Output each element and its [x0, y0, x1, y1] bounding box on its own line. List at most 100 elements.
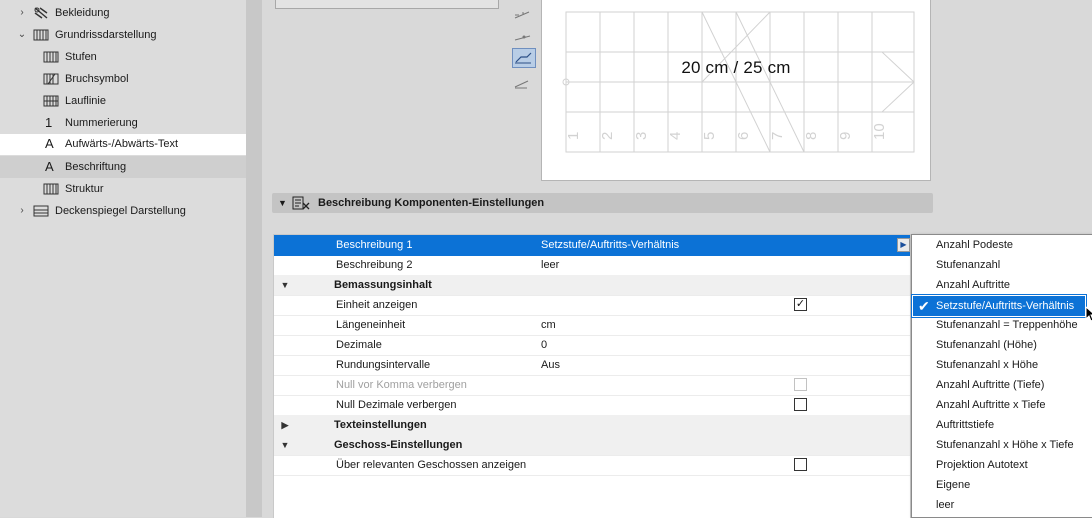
einheit-anzeigen-checkbox[interactable]: ✓	[794, 298, 807, 311]
property-value[interactable]: cm	[541, 315, 556, 335]
property-name: Einheit anzeigen	[336, 299, 418, 311]
property-name: Längeneinheit	[336, 319, 406, 331]
stair-number: 10	[871, 123, 888, 140]
property-row-einheit-anzeigen[interactable]: Einheit anzeigen ✓	[274, 295, 910, 316]
dropdown-option[interactable]: Projektion Autotext	[913, 455, 1091, 475]
section-header[interactable]: ▼ Beschreibung Komponenten-Einstellungen	[272, 193, 933, 213]
property-value[interactable]: 0	[541, 335, 547, 355]
dropdown-option[interactable]: Stufenanzahl x Höhe x Tiefe	[913, 435, 1091, 455]
treads-icon	[43, 50, 59, 64]
property-row-laengeneinheit[interactable]: Längeneinheit cm	[274, 315, 910, 336]
tree-item-grundrissdarstellung[interactable]: ⌄ Grundrissdarstellung	[0, 25, 246, 45]
tree-item-stufen[interactable]: Stufen	[0, 47, 246, 67]
dropdown-option[interactable]: Stufenanzahl	[913, 255, 1091, 275]
dropdown-option[interactable]: Anzahl Auftritte x Tiefe	[913, 395, 1091, 415]
dropdown-option[interactable]: Anzahl Podeste	[913, 235, 1091, 255]
dropdown-arrow-icon[interactable]: ▶	[897, 238, 910, 252]
property-row-null-dezimale[interactable]: Null Dezimale verbergen	[274, 395, 910, 416]
group-row-geschoss-einstellungen[interactable]: ▼ Geschoss-Einstellungen	[274, 435, 910, 456]
dropdown-option[interactable]: leer	[913, 495, 1091, 515]
option-label: Eigene	[936, 479, 971, 491]
tree-item-bruchsymbol[interactable]: Bruchsymbol	[0, 69, 246, 89]
tree-item-label: Lauflinie	[65, 95, 106, 107]
property-name: Rundungsintervalle	[336, 359, 431, 371]
tree-item-label: Deckenspiegel Darstellung	[55, 205, 186, 217]
tree-item-beschriftung[interactable]: A Beschriftung	[0, 156, 246, 178]
stair-number-labels: 1 2 3 4 5 6 7 8 9 10	[565, 123, 888, 140]
stair-number: 6	[735, 132, 752, 140]
group-row-texteinstellungen[interactable]: ▶ Texteinstellungen	[274, 415, 910, 436]
group-title: Bemassungsinhalt	[334, 279, 432, 291]
dropdown-option[interactable]: Stufenanzahl x Höhe	[913, 355, 1091, 375]
property-value[interactable]: leer	[541, 255, 559, 275]
collapse-triangle-icon[interactable]: ▼	[280, 275, 290, 295]
structure-icon	[43, 182, 59, 196]
null-dezimale-checkbox[interactable]	[794, 398, 807, 411]
property-name: Über relevanten Geschossen anzeigen	[336, 459, 527, 471]
property-row-beschreibung-2[interactable]: Beschreibung 2 leer	[274, 255, 910, 276]
tree-item-struktur[interactable]: Struktur	[0, 179, 246, 199]
checkmark-icon: ✔	[918, 298, 930, 314]
stair-number: 3	[633, 132, 650, 140]
dropdown-option[interactable]: Stufenanzahl = Treppenhöhe	[913, 315, 1091, 335]
option-label: Anzahl Podeste	[936, 239, 1014, 251]
navigator-tree: › Bekleidung ⌄ Grundrissdarstellung Stuf…	[0, 0, 246, 517]
tree-item-deckenspiegel[interactable]: › Deckenspiegel Darstellung	[0, 201, 246, 221]
chevron-right-icon[interactable]: ›	[17, 201, 27, 221]
display-mode-4-button[interactable]	[512, 75, 534, 93]
option-label: leer	[936, 499, 955, 511]
beschreibung-dropdown-list[interactable]: Anzahl Podeste Stufenanzahl Anzahl Auftr…	[911, 234, 1092, 518]
property-value[interactable]: Setzstufe/Auftritts-Verhältnis	[541, 235, 679, 255]
preview-dropdown[interactable]	[275, 0, 499, 9]
stair-number: 5	[701, 132, 718, 140]
option-label: Setzstufe/Auftritts-Verhältnis	[936, 300, 1075, 312]
collapse-triangle-icon[interactable]: ▼	[278, 193, 287, 213]
dropdown-option-selected[interactable]: ✔ Setzstufe/Auftritts-Verhältnis	[911, 294, 1087, 318]
dropdown-option[interactable]: Anzahl Auftritte (Tiefe)	[913, 375, 1091, 395]
tree-item-aufwaerts-abwaerts-text[interactable]: A Aufwärts-/Abwärts-Text	[0, 134, 246, 155]
tree-item-bekleidung[interactable]: › Bekleidung	[0, 3, 246, 23]
tree-item-label: Grundrissdarstellung	[55, 29, 157, 41]
ueber-geschossen-checkbox[interactable]	[794, 458, 807, 471]
stair-number: 1	[565, 132, 582, 140]
option-label: Anzahl Auftritte (Tiefe)	[936, 379, 1045, 391]
option-label: Auftrittstiefe	[936, 419, 995, 431]
label-settings-icon	[292, 195, 310, 211]
expand-triangle-icon[interactable]: ▶	[280, 415, 290, 435]
option-label: Stufenanzahl x Höhe	[936, 359, 1039, 371]
property-row-rundungsintervalle[interactable]: Rundungsintervalle Aus	[274, 355, 910, 376]
option-label: Stufenanzahl	[936, 259, 1001, 271]
group-title: Texteinstellungen	[334, 419, 427, 431]
tree-item-nummerierung[interactable]: 1 Nummerierung	[0, 113, 246, 133]
stair-drawing: 1 2 3 4 5 6 7 8 9 10	[562, 11, 915, 153]
property-row-ueber-geschossen[interactable]: Über relevanten Geschossen anzeigen	[274, 455, 910, 476]
walking-line-icon	[43, 94, 59, 108]
numbering-icon: 1	[45, 115, 53, 130]
dropdown-option[interactable]: Stufenanzahl (Höhe)	[913, 335, 1091, 355]
option-label: Anzahl Auftritte x Tiefe	[936, 399, 1046, 411]
display-mode-3-button[interactable]	[512, 48, 536, 68]
display-mode-2-button[interactable]	[512, 28, 534, 46]
dropdown-option[interactable]: Eigene	[913, 475, 1091, 495]
tree-item-label: Nummerierung	[65, 117, 138, 129]
collapse-triangle-icon[interactable]: ▼	[280, 435, 290, 455]
dropdown-option[interactable]: Auftrittstiefe	[913, 415, 1091, 435]
tree-item-lauflinie[interactable]: Lauflinie	[0, 91, 246, 111]
display-mode-1-button[interactable]	[512, 6, 534, 24]
tree-item-label: Stufen	[65, 51, 97, 63]
null-vor-komma-checkbox	[794, 378, 807, 391]
stair-preview: 1 2 3 4 5 6 7 8 9 10 20 cm / 25 cm	[541, 0, 931, 181]
stair-number: 4	[667, 132, 684, 140]
property-value[interactable]: Aus	[541, 355, 560, 375]
tree-item-label: Aufwärts-/Abwärts-Text	[65, 138, 179, 150]
stair-number: 2	[599, 132, 616, 140]
chevron-right-icon[interactable]: ›	[17, 3, 27, 23]
group-row-bemassungsinhalt[interactable]: ▼ Bemassungsinhalt	[274, 275, 910, 296]
property-name: Null Dezimale verbergen	[336, 399, 457, 411]
property-row-dezimale[interactable]: Dezimale 0	[274, 335, 910, 356]
chevron-down-icon[interactable]: ⌄	[17, 25, 27, 45]
panel-splitter[interactable]	[246, 0, 262, 517]
property-name: Null vor Komma verbergen	[336, 379, 467, 391]
dropdown-option[interactable]: Anzahl Auftritte	[913, 275, 1091, 295]
property-row-beschreibung-1[interactable]: Beschreibung 1 Setzstufe/Auftritts-Verhä…	[274, 235, 910, 256]
